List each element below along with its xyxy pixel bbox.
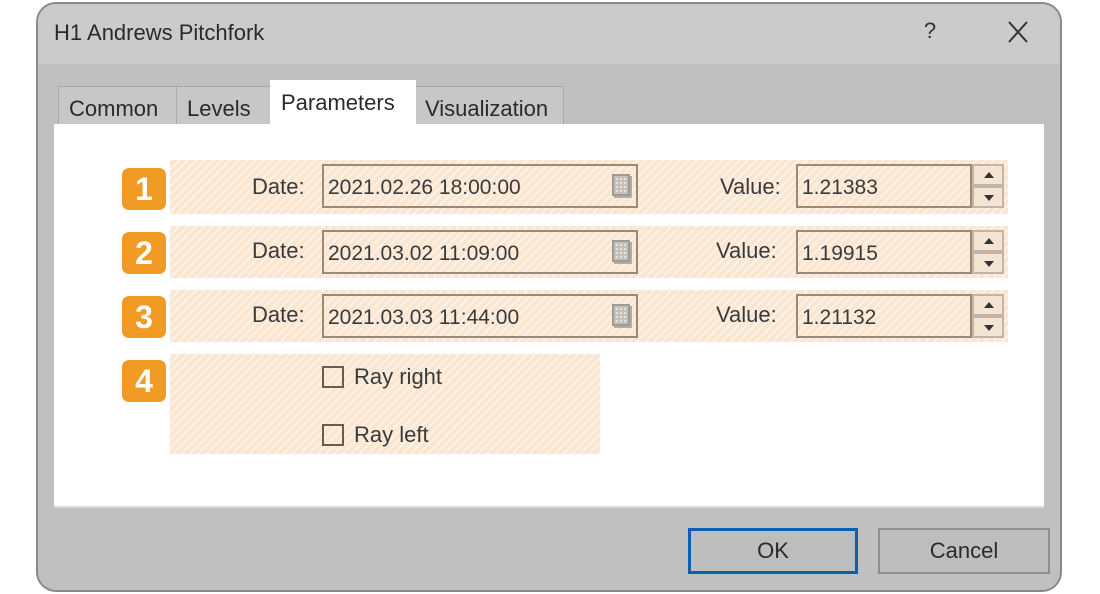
ray-left-label: Ray left [354,422,429,447]
point-1-date-input[interactable]: 2021.02.26 18:00:00 [322,164,638,208]
calendar-icon[interactable] [612,174,630,196]
point-3-badge: 3 [122,296,166,338]
ray-left-option[interactable]: Ray left [322,422,482,450]
arrow-down-icon [984,261,994,267]
arrow-down-icon [984,195,994,201]
andrews-pitchfork-dialog: H1 Andrews Pitchfork ? Common Levels Par… [36,2,1062,592]
ray-right-checkbox[interactable] [322,366,344,388]
help-button[interactable]: ? [918,18,942,48]
title-bar[interactable]: H1 Andrews Pitchfork ? [38,4,1060,64]
options-group: Ray right Ray left [170,354,600,454]
close-icon [1008,21,1028,43]
point-2-date-value: 2021.03.02 11:09:00 [328,242,520,265]
point-3-row: Date: 2021.03.03 11:44:00 Value: 1.21132 [170,290,1008,342]
point-1-value-label: Value: [720,174,781,199]
point-3-value-label: Value: [716,302,777,327]
point-1-date-label: Date: [252,174,305,199]
dialog-title: H1 Andrews Pitchfork [54,20,265,45]
calendar-icon[interactable] [612,304,630,326]
spin-down-button[interactable] [972,316,1004,338]
spin-down-button[interactable] [972,252,1004,274]
point-2-value-input[interactable]: 1.19915 [796,230,972,274]
spin-down-button[interactable] [972,186,1004,208]
point-3-date-input[interactable]: 2021.03.03 11:44:00 [322,294,638,338]
tab-common[interactable]: Common [58,86,178,126]
arrow-up-icon [984,172,994,178]
point-1-date-value: 2021.02.26 18:00:00 [328,176,521,199]
options-badge: 4 [122,360,166,402]
point-2-date-label: Date: [252,238,305,263]
point-3-date-value: 2021.03.03 11:44:00 [328,306,520,329]
tab-parameters[interactable]: Parameters [270,80,416,127]
close-button[interactable] [1003,16,1033,48]
point-3-date-label: Date: [252,302,305,327]
point-1-row: Date: 2021.02.26 18:00:00 Value: 1.21383 [170,160,1008,214]
point-2-value-label: Value: [716,238,777,263]
arrow-down-icon [984,325,994,331]
spin-up-button[interactable] [972,164,1004,186]
ok-button[interactable]: OK [688,528,858,574]
tab-levels[interactable]: Levels [176,86,272,126]
ray-left-checkbox[interactable] [322,424,344,446]
point-2-row: Date: 2021.03.02 11:09:00 Value: 1.19915 [170,226,1008,278]
arrow-up-icon [984,302,994,308]
point-1-badge: 1 [122,168,166,210]
ray-right-label: Ray right [354,364,443,389]
point-2-badge: 2 [122,232,166,274]
point-2-date-input[interactable]: 2021.03.02 11:09:00 [322,230,638,274]
ray-right-option[interactable]: Ray right [322,364,482,392]
tab-visualization[interactable]: Visualization [414,86,564,126]
cancel-button[interactable]: Cancel [878,528,1050,574]
spin-up-button[interactable] [972,230,1004,252]
point-1-value-input[interactable]: 1.21383 [796,164,972,208]
arrow-up-icon [984,238,994,244]
spin-up-button[interactable] [972,294,1004,316]
point-3-value-input[interactable]: 1.21132 [796,294,972,338]
calendar-icon[interactable] [612,240,630,262]
parameters-panel: 1 Date: 2021.02.26 18:00:00 Value: 1.213… [54,124,1044,508]
